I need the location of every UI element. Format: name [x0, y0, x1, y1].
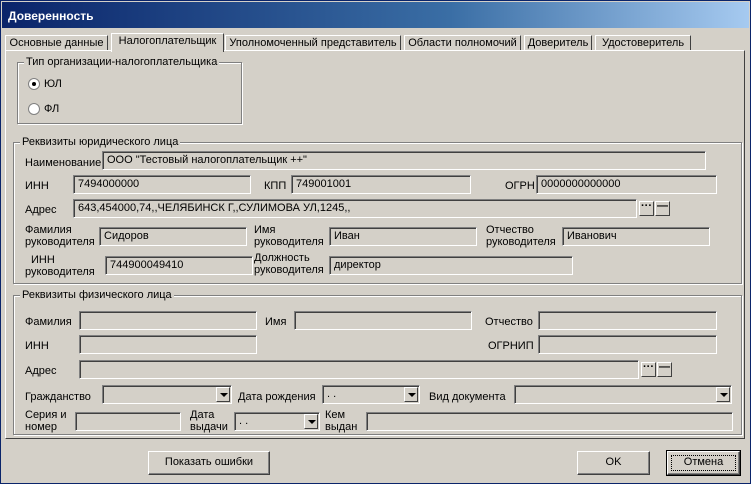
tab-notary[interactable]: Удостоверитель: [595, 35, 691, 51]
chevron-down-icon[interactable]: [404, 387, 418, 402]
inn-label: ИНН: [25, 180, 49, 192]
show-errors-button[interactable]: Показать ошибки: [148, 451, 270, 475]
address-field[interactable]: 643,454000,74,,ЧЕЛЯБИНСК Г,,СУЛИМОВА УЛ,…: [73, 199, 637, 218]
series-label-2: номер: [25, 421, 57, 433]
tab-authorized-representative[interactable]: Уполномоченный представитель: [225, 35, 401, 51]
issue-date-label-2: выдачи: [190, 421, 228, 433]
issue-date-value: . .: [239, 415, 249, 427]
org-type-legend: Тип организации-налогоплательщика: [24, 56, 220, 68]
birthdate-value: . .: [327, 388, 337, 400]
fl-lastname-label: Фамилия: [25, 316, 72, 328]
legal-entity-group: Реквизиты юридического лица Наименование…: [13, 136, 742, 284]
fl-patronymic-field[interactable]: [538, 311, 717, 330]
kpp-label: КПП: [264, 180, 287, 192]
inn-field[interactable]: 7494000000: [73, 175, 251, 194]
fl-address-clear-button[interactable]: —: [657, 362, 672, 377]
head-position-label-2: руководителя: [254, 264, 324, 276]
org-name-field[interactable]: ООО "Тестовый налогоплательщик ++": [102, 151, 706, 170]
chevron-down-icon[interactable]: [304, 414, 318, 429]
citizenship-select[interactable]: [102, 385, 232, 404]
head-inn-field[interactable]: 744900049410: [105, 256, 253, 275]
chevron-down-icon[interactable]: [716, 387, 730, 402]
chevron-down-icon[interactable]: [216, 387, 230, 402]
title-bar[interactable]: Доверенность: [2, 2, 749, 28]
head-position-field[interactable]: директор: [329, 256, 573, 275]
birthdate-label: Дата рождения: [238, 391, 316, 403]
address-clear-button[interactable]: —: [655, 201, 670, 216]
series-label-1: Серия и: [25, 409, 67, 421]
doctype-select[interactable]: [514, 385, 732, 404]
tab-basic-data[interactable]: Основные данные: [5, 35, 108, 51]
head-position-label-1: Должность: [254, 252, 310, 264]
issued-by-label-1: Кем: [325, 409, 346, 421]
tab-taxpayer[interactable]: Налогоплательщик: [111, 33, 224, 52]
ok-button[interactable]: OK: [577, 451, 650, 475]
radio-fl[interactable]: [28, 103, 40, 115]
address-edit-button[interactable]: ···: [639, 201, 654, 216]
fl-patronymic-label: Отчество: [485, 316, 533, 328]
issue-date-picker[interactable]: . .: [234, 412, 320, 431]
tab-authority-areas[interactable]: Области полномочий: [404, 35, 521, 51]
head-firstname-label-2: руководителя: [254, 236, 324, 248]
fl-inn-label: ИНН: [25, 340, 49, 352]
physical-person-legend: Реквизиты физического лица: [20, 289, 174, 301]
issue-date-label-1: Дата: [190, 409, 215, 421]
doctype-label: Вид документа: [429, 391, 506, 403]
ogrnip-field[interactable]: [538, 335, 717, 354]
head-lastname-label-1: Фамилия: [25, 224, 72, 236]
org-type-group: Тип организации-налогоплательщика ЮЛ ФЛ: [17, 56, 242, 124]
head-lastname-label-2: руководителя: [25, 236, 95, 248]
fl-address-edit-button[interactable]: ···: [641, 362, 656, 377]
head-patronymic-label-2: руководителя: [486, 236, 556, 248]
fl-lastname-field[interactable]: [79, 311, 257, 330]
fl-address-label: Адрес: [25, 365, 57, 377]
ogrnip-label: ОГРНИП: [488, 340, 534, 352]
birthdate-picker[interactable]: . .: [322, 385, 420, 404]
focus-rect: [671, 455, 736, 471]
dialog-window: Доверенность Основные данные Налогоплате…: [0, 0, 751, 484]
cancel-button[interactable]: Отмена: [666, 450, 741, 476]
head-patronymic-label-1: Отчество: [486, 224, 534, 236]
address-label: Адрес: [25, 204, 57, 216]
head-lastname-field[interactable]: Сидоров: [99, 227, 247, 246]
head-inn-label-1: ИНН: [31, 254, 55, 266]
head-firstname-label-1: Имя: [254, 224, 276, 236]
radio-fl-label: ФЛ: [44, 103, 60, 115]
physical-person-group: Реквизиты физического лица Фамилия Имя О…: [13, 289, 742, 435]
issued-by-label-2: выдан: [325, 421, 358, 433]
tab-panel-taxpayer: Тип организации-налогоплательщика ЮЛ ФЛ …: [5, 50, 745, 439]
series-number-field[interactable]: [75, 412, 181, 431]
citizenship-label: Гражданство: [25, 391, 91, 403]
kpp-field[interactable]: 749001001: [291, 175, 471, 194]
head-firstname-field[interactable]: Иван: [329, 227, 477, 246]
legal-entity-legend: Реквизиты юридического лица: [20, 136, 181, 148]
org-name-label: Наименование: [25, 157, 102, 169]
head-inn-label-2: руководителя: [25, 266, 95, 278]
fl-firstname-field[interactable]: [294, 311, 472, 330]
ogrn-label: ОГРН: [505, 180, 535, 192]
fl-inn-field[interactable]: [79, 335, 257, 354]
ogrn-field[interactable]: 0000000000000: [536, 175, 717, 194]
issued-by-field[interactable]: [366, 412, 733, 431]
fl-firstname-label: Имя: [265, 316, 287, 328]
radio-ul[interactable]: [28, 78, 40, 90]
head-patronymic-field[interactable]: Иванович: [562, 227, 710, 246]
window-title: Доверенность: [8, 9, 94, 23]
radio-ul-label: ЮЛ: [44, 78, 62, 90]
fl-address-field[interactable]: [79, 360, 639, 379]
tab-principal[interactable]: Доверитель: [524, 35, 592, 51]
